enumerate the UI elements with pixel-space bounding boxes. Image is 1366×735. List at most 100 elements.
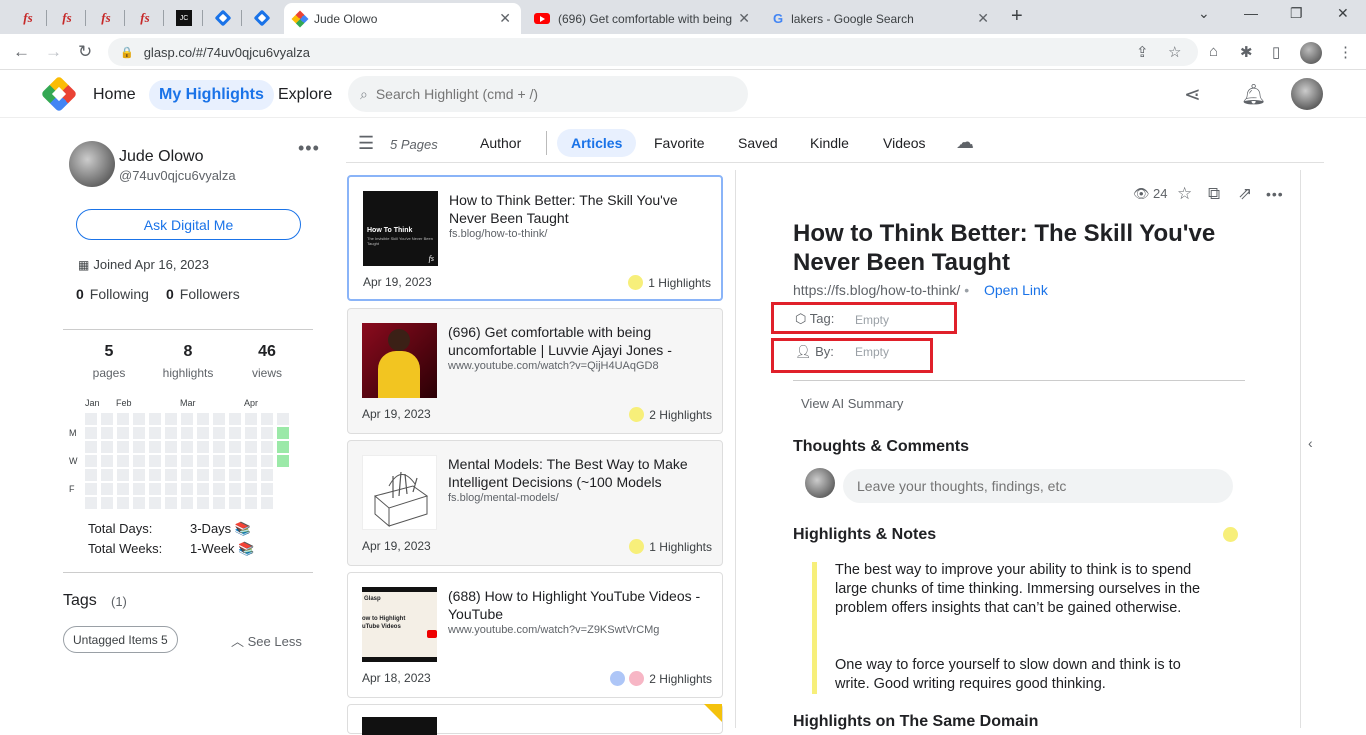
pinned-tab-diamond[interactable] <box>243 6 281 30</box>
tab-articles[interactable]: Articles <box>557 129 637 157</box>
fs-icon: fs <box>23 10 33 25</box>
page-card[interactable]: (696) Get comfortable with being uncomfo… <box>347 308 723 434</box>
tab-author[interactable]: Author <box>466 129 535 157</box>
heatmap-cell <box>165 455 177 467</box>
browser-menu-icon[interactable]: ⋮ <box>1338 43 1353 61</box>
stat-label: pages <box>92 366 126 380</box>
highlight-color-dot[interactable] <box>1223 527 1238 542</box>
search-input[interactable] <box>375 86 716 102</box>
forward-icon[interactable]: → <box>45 42 62 62</box>
url-omnibox[interactable]: 🔒 glasp.co/#/74uv0qjcu6vyalza <box>108 38 1198 66</box>
reload-icon[interactable]: ↻ <box>78 42 92 62</box>
see-less-label: See Less <box>247 634 302 649</box>
nav-home[interactable]: Home <box>83 80 146 110</box>
tab-youtube[interactable]: (696) Get comfortable with being ✕ <box>524 3 760 34</box>
glasp-logo-icon[interactable] <box>40 75 78 113</box>
tab-favorite[interactable]: Favorite <box>640 129 719 157</box>
tag-field[interactable]: ⬡ Tag: <box>795 311 834 327</box>
page-card[interactable]: Mental Models: The Best Way to Make Inte… <box>347 440 723 566</box>
favorite-corner-icon[interactable] <box>704 704 722 722</box>
pinned-tab-diamond[interactable] <box>204 6 242 30</box>
view-ai-summary-button[interactable]: View AI Summary <box>801 396 903 411</box>
tab-google-search[interactable]: G lakers - Google Search ✕ <box>763 3 999 34</box>
heatmap-cell <box>117 469 129 481</box>
heatmap-cell <box>245 427 257 439</box>
divider <box>793 380 1245 381</box>
heatmap-cell <box>149 427 161 439</box>
pinned-tab-fs[interactable]: fs <box>87 6 125 30</box>
highlight-text[interactable]: The best way to improve your ability to … <box>835 561 1215 618</box>
close-icon[interactable]: ✕ <box>499 10 511 27</box>
comment-input[interactable] <box>857 478 1217 494</box>
heatmap-cell <box>229 483 241 495</box>
page-card[interactable] <box>347 704 723 735</box>
tag-chip-untagged[interactable]: Untagged Items 5 <box>63 626 178 653</box>
heatmap-cell <box>85 469 97 481</box>
new-tab-icon[interactable]: + <box>1011 5 1023 28</box>
nav-explore[interactable]: Explore <box>268 80 342 110</box>
back-icon[interactable]: ← <box>13 42 30 62</box>
restore-icon[interactable]: ❐ <box>1290 5 1303 22</box>
search-bar[interactable]: ⌕ <box>348 76 748 112</box>
ask-digital-me-button[interactable]: Ask Digital Me <box>76 209 301 240</box>
comment-box[interactable] <box>843 469 1233 503</box>
followers-count[interactable]: 0 Followers <box>166 286 240 302</box>
by-value[interactable]: Empty <box>855 345 889 359</box>
copy-icon[interactable]: ⧉ <box>1208 184 1220 204</box>
chevron-left-icon[interactable]: ‹ <box>1308 435 1313 451</box>
by-field[interactable]: 👤︎ By: <box>795 344 834 360</box>
close-icon[interactable]: ✕ <box>977 10 989 27</box>
pinned-tab-fs[interactable]: fs <box>9 6 47 30</box>
side-panel-icon[interactable]: ▯ <box>1272 43 1280 61</box>
share-icon[interactable]: ⋖ <box>1184 82 1201 107</box>
card-title[interactable]: How to Think Better: The Skill You've Ne… <box>449 191 704 227</box>
heatmap-cell <box>261 469 273 481</box>
card-title[interactable]: (688) How to Highlight YouTube Videos - … <box>448 587 703 623</box>
more-options-icon[interactable]: ••• <box>298 138 320 159</box>
window-close-icon[interactable]: ✕ <box>1337 5 1349 22</box>
followers-label: Followers <box>179 286 240 302</box>
card-title[interactable]: (696) Get comfortable with being uncomfo… <box>448 323 703 359</box>
open-link[interactable]: Open Link <box>984 282 1048 298</box>
card-title[interactable]: Mental Models: The Best Way to Make Inte… <box>448 455 703 491</box>
bookmark-star-icon[interactable]: ☆ <box>1168 43 1181 61</box>
extension-off-icon[interactable]: ⌂ <box>1209 43 1218 60</box>
user-avatar[interactable] <box>1291 78 1323 110</box>
pinned-tab-fs[interactable]: fs <box>48 6 86 30</box>
tag-value[interactable]: Empty <box>855 313 889 327</box>
card-url: fs.blog/how-to-think/ <box>449 228 548 240</box>
nav-my-highlights[interactable]: My Highlights <box>149 80 274 110</box>
tab-search-chevron-icon[interactable]: ⌄ <box>1198 5 1210 22</box>
tab-videos[interactable]: Videos <box>869 129 940 157</box>
pinned-tab-fs[interactable]: fs <box>126 6 164 30</box>
joined-text: Joined Apr 16, 2023 <box>93 257 209 272</box>
star-icon[interactable]: ☆ <box>1177 184 1192 204</box>
heatmap-cell <box>213 413 225 425</box>
profile-avatar-browser[interactable] <box>1300 42 1322 64</box>
page-card[interactable]: Glasp ow to Highlight uTube Videos (688)… <box>347 572 723 698</box>
tab-jude-olowo[interactable]: Jude Olowo ✕ <box>284 3 521 34</box>
following-count[interactable]: 0 Following <box>76 286 149 302</box>
highlight-text[interactable]: One way to force yourself to slow down a… <box>835 656 1215 694</box>
filter-icon[interactable]: ☰ <box>358 133 374 154</box>
heatmap-cell <box>101 483 113 495</box>
share-page-icon[interactable]: ⇪ <box>1136 43 1149 61</box>
cloud-download-icon[interactable]: ☁ <box>956 132 974 153</box>
heatmap-cell <box>213 483 225 495</box>
highlights-title: Highlights & Notes <box>793 526 937 543</box>
bell-icon[interactable]: 🔔︎ <box>1241 82 1266 107</box>
heatmap-cell <box>101 497 113 509</box>
share-out-icon[interactable]: ⇗ <box>1238 184 1252 204</box>
pinned-tab-jc[interactable]: JC <box>165 6 203 30</box>
extensions-puzzle-icon[interactable]: ✱ <box>1240 43 1253 61</box>
more-options-icon[interactable]: ••• <box>1266 186 1284 202</box>
close-icon[interactable]: ✕ <box>738 10 750 27</box>
month-label: Feb <box>116 398 132 408</box>
person-icon: 👤︎ <box>795 344 812 359</box>
page-card[interactable]: How To Think The Invisible Skill You've … <box>347 175 723 301</box>
tab-saved[interactable]: Saved <box>724 129 792 157</box>
see-less-toggle[interactable]: ︿ See Less <box>231 631 302 650</box>
tab-kindle[interactable]: Kindle <box>796 129 863 157</box>
heatmap-cell <box>101 413 113 425</box>
minimize-icon[interactable]: — <box>1244 5 1258 21</box>
